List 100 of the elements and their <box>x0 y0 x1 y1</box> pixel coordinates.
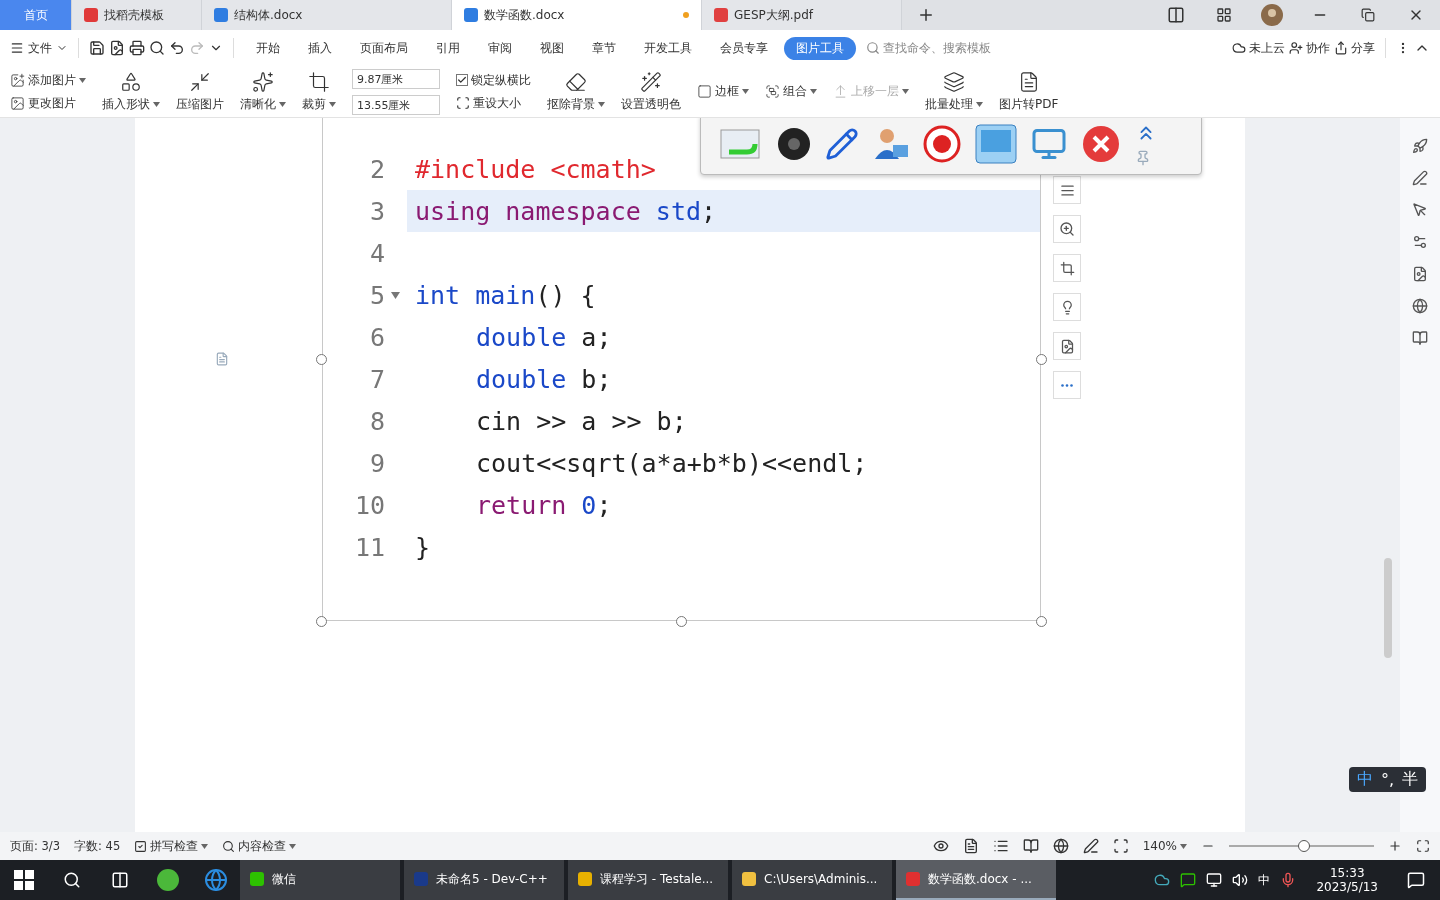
taskbar-item[interactable]: 微信 <box>240 860 400 900</box>
zoom-button[interactable] <box>1053 215 1081 243</box>
close-icon[interactable] <box>1081 124 1121 164</box>
menu-tab[interactable]: 开发工具 <box>632 36 704 60</box>
ime-mode[interactable]: 中 <box>1356 769 1373 790</box>
reset-size-button[interactable]: 重设大小 <box>473 94 521 112</box>
file-menu[interactable]: 文件 <box>28 39 52 57</box>
menu-tab[interactable]: 审阅 <box>476 36 524 60</box>
fullscreen-icon[interactable] <box>1416 839 1430 853</box>
read-icon[interactable] <box>1022 838 1039 854</box>
content-check[interactable]: 内容检查 <box>238 837 287 855</box>
taskbar-item[interactable]: 课程学习 - Testale... <box>568 860 728 900</box>
search-icon[interactable] <box>63 871 81 889</box>
menu-tab[interactable]: 页面布局 <box>348 36 420 60</box>
resize-handle[interactable] <box>316 354 327 365</box>
document-tab[interactable]: 数学函数.docx <box>452 0 702 30</box>
chat-icon[interactable] <box>1180 872 1197 888</box>
zoom-in-icon[interactable] <box>1388 839 1402 853</box>
image-icon[interactable] <box>1412 266 1428 282</box>
resize-handle[interactable] <box>1036 616 1047 627</box>
ime-width[interactable]: 半 <box>1402 769 1418 790</box>
volume-icon[interactable] <box>1232 872 1249 888</box>
spell-check[interactable]: 拼写检查 <box>150 837 199 855</box>
start-icon[interactable] <box>14 870 34 890</box>
outline-icon[interactable] <box>992 838 1009 854</box>
print-icon[interactable] <box>129 40 145 56</box>
ribbon-button[interactable]: 图片转PDF <box>999 95 1059 113</box>
ribbon-button[interactable]: 清晰化 <box>240 95 276 113</box>
scrollbar[interactable] <box>1384 558 1392 658</box>
camera-icon[interactable] <box>777 127 811 161</box>
taskbar-item[interactable]: C:\Users\Adminis... <box>732 860 892 900</box>
menu-tab[interactable]: 图片工具 <box>784 36 856 60</box>
ribbon-button[interactable]: 组合 <box>783 83 807 100</box>
web-icon[interactable] <box>1052 838 1069 854</box>
ribbon-button[interactable]: 添加图片 <box>28 71 76 89</box>
document-tab[interactable]: GESP大纲.pdf <box>702 0 902 30</box>
menu-icon[interactable] <box>10 41 24 55</box>
adjust-icon[interactable] <box>1412 234 1428 250</box>
ribbon-button[interactable]: 抠除背景 <box>547 95 595 113</box>
collab-button[interactable]: 协作 <box>1306 39 1330 57</box>
apps-icon[interactable] <box>1216 7 1232 23</box>
resize-handle[interactable] <box>1036 354 1047 365</box>
zoom-slider[interactable] <box>1298 840 1311 852</box>
document-tab[interactable]: 首页 <box>0 0 72 30</box>
idea-button[interactable] <box>1053 293 1081 321</box>
command-search[interactable]: 查找命令、搜索模板 <box>883 39 991 57</box>
taskbar-item[interactable]: 数学函数.docx - ... <box>896 860 1056 900</box>
monitor-icon[interactable] <box>1031 126 1067 162</box>
taskbar-item[interactable]: 未命名5 - Dev-C++ <box>404 860 564 900</box>
resize-handle[interactable] <box>316 616 327 627</box>
image-button[interactable] <box>1053 332 1081 360</box>
pen-icon[interactable] <box>1412 170 1428 186</box>
menu-tab[interactable]: 插入 <box>296 36 344 60</box>
browser-icon[interactable] <box>156 868 180 892</box>
resize-handle[interactable] <box>676 616 687 627</box>
record-icon[interactable] <box>923 125 961 163</box>
pointer-icon[interactable] <box>1412 202 1428 218</box>
pencil-icon[interactable] <box>825 127 859 161</box>
page-view-icon[interactable] <box>962 838 979 854</box>
avatar-icon[interactable] <box>1260 3 1284 27</box>
menu-tab[interactable]: 会员专享 <box>708 36 780 60</box>
save-icon[interactable] <box>89 40 105 56</box>
restore-icon[interactable] <box>1361 8 1375 22</box>
globe-icon[interactable] <box>1412 298 1428 314</box>
share-button[interactable]: 分享 <box>1351 39 1375 57</box>
new-tab-icon[interactable] <box>917 6 935 24</box>
clock[interactable]: 15:33 2023/5/13 <box>1302 860 1392 900</box>
book-icon[interactable] <box>1412 330 1428 346</box>
aspect-checkbox[interactable] <box>456 74 468 86</box>
code-image[interactable]: 2 #include <cmath> 3 using namespace std; 4 5 int main() { 6 double a; 7 double b; 8 cin >> a >> b; 9 cout<<sqrt(a*a+b*b)<<endl; 10 return 0; 11 } <box>322 118 1041 621</box>
browser-icon[interactable] <box>204 868 228 892</box>
fold-icon[interactable] <box>391 291 400 299</box>
fit-icon[interactable] <box>1112 838 1129 854</box>
ime-punct[interactable]: °, <box>1380 770 1394 789</box>
layout-icon[interactable] <box>1167 6 1185 24</box>
ribbon-button[interactable]: 插入形状 <box>102 95 150 113</box>
cloud-status[interactable]: 未上云 <box>1249 39 1285 57</box>
size-field[interactable]: 13.55厘米 <box>352 94 440 115</box>
document-tab[interactable]: 结构体.docx <box>202 0 452 30</box>
task-view-icon[interactable] <box>111 871 129 889</box>
crop-button[interactable] <box>1053 254 1081 282</box>
undo-icon[interactable] <box>169 40 185 56</box>
cloud-icon[interactable] <box>1154 872 1171 888</box>
network-icon[interactable] <box>1206 872 1223 888</box>
rocket-icon[interactable] <box>1412 138 1428 154</box>
ribbon-button[interactable]: 裁剪 <box>302 95 326 113</box>
zoom-level[interactable]: 140% <box>1142 839 1177 853</box>
input-language[interactable]: 中 <box>1258 871 1271 889</box>
layout-button[interactable] <box>1053 176 1081 204</box>
ribbon-button[interactable]: 设置透明色 <box>621 95 681 113</box>
export-icon[interactable] <box>109 40 125 56</box>
menu-tab[interactable]: 章节 <box>580 36 628 60</box>
ribbon-button[interactable]: 压缩图片 <box>176 95 224 113</box>
ribbon-button[interactable]: 边框 <box>715 83 739 100</box>
write-icon[interactable] <box>1082 838 1099 854</box>
notification-icon[interactable] <box>1407 871 1425 889</box>
menu-tab[interactable]: 视图 <box>528 36 576 60</box>
eye-icon[interactable] <box>932 838 949 854</box>
menu-tab[interactable]: 引用 <box>424 36 472 60</box>
preview-icon[interactable] <box>149 40 165 56</box>
